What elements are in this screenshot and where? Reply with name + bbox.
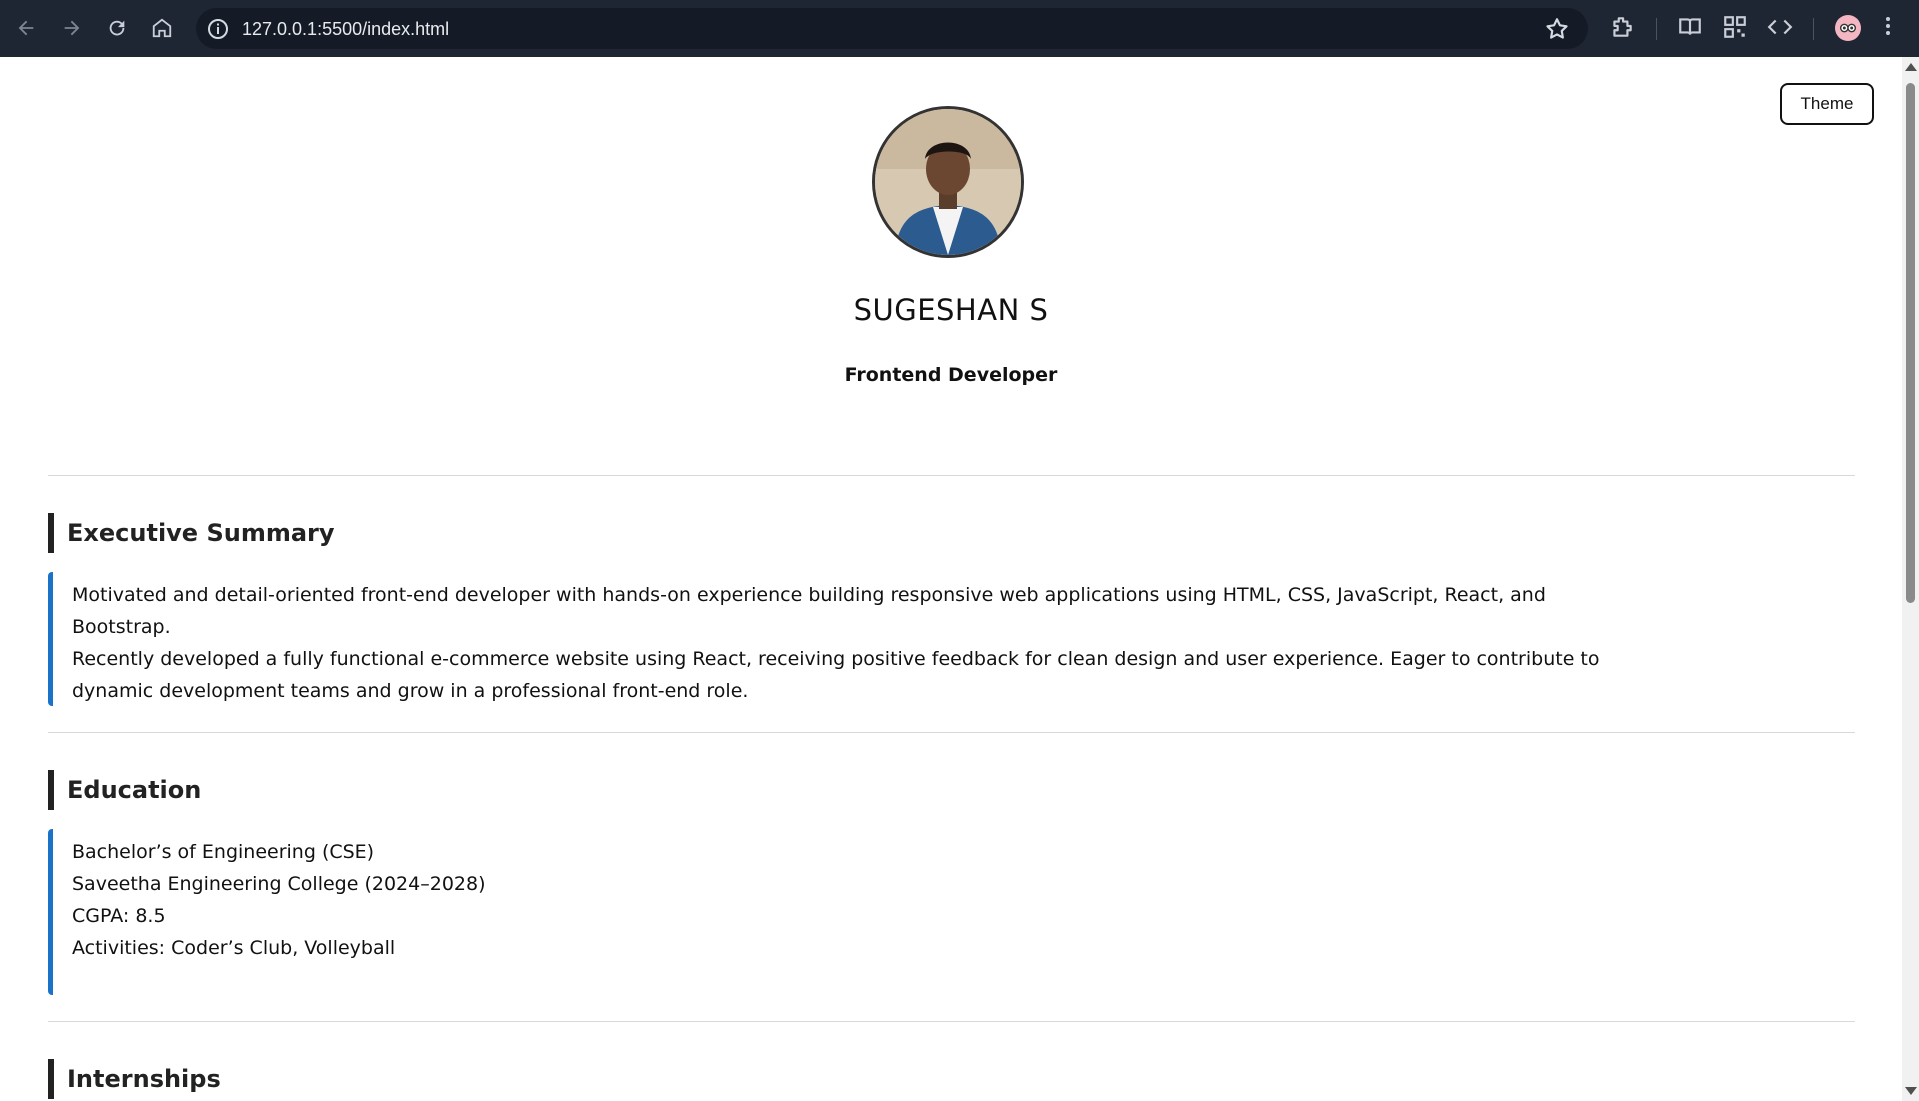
education-line: Saveetha Engineering College (2024–2028) [72, 873, 486, 895]
address-bar[interactable]: 127.0.0.1:5500/index.html [196, 8, 1588, 49]
summary-line: Recently developed a fully functional e-… [72, 648, 1600, 670]
home-icon [152, 18, 172, 38]
back-button[interactable] [8, 10, 44, 46]
arrow-right-icon [64, 20, 80, 36]
education-heading: Education [48, 770, 201, 810]
profile-name: SUGESHAN S [853, 293, 1049, 327]
profile-photo [872, 106, 1024, 258]
section-divider [48, 1021, 1855, 1022]
extensions-icon[interactable] [1609, 14, 1637, 42]
reload-icon [109, 20, 125, 36]
education-line: Activities: Coder’s Club, Volleyball [72, 937, 396, 959]
page-scrollbar[interactable] [1902, 57, 1919, 1101]
browser-menu-icon[interactable] [1884, 14, 1896, 42]
forward-button[interactable] [54, 10, 90, 46]
devtools-code-icon[interactable] [1767, 14, 1795, 42]
scroll-up-arrow-icon[interactable] [1905, 63, 1917, 71]
toolbar-divider [1813, 18, 1814, 40]
bookmark-star-icon[interactable] [1544, 16, 1570, 42]
summary-body: Motivated and detail-oriented front-end … [48, 572, 1608, 706]
summary-line: Motivated and detail-oriented front-end … [72, 584, 1546, 638]
qr-code-icon[interactable] [1722, 14, 1750, 42]
internships-heading: Internships [48, 1059, 221, 1099]
browser-toolbar: 127.0.0.1:5500/index.html [0, 0, 1919, 57]
reading-mode-icon[interactable] [1677, 14, 1705, 42]
education-line: Bachelor’s of Engineering (CSE) [72, 841, 375, 863]
site-info-icon[interactable] [206, 17, 230, 41]
profile-role: Frontend Developer [844, 364, 1058, 386]
profile-avatar-icon[interactable] [1835, 15, 1861, 41]
theme-toggle-button[interactable]: Theme [1780, 83, 1874, 125]
summary-heading: Executive Summary [48, 513, 335, 553]
scroll-down-arrow-icon[interactable] [1905, 1087, 1917, 1095]
education-line: CGPA: 8.5 [72, 905, 166, 927]
home-button[interactable] [144, 10, 180, 46]
education-body: Bachelor’s of Engineering (CSE) Saveetha… [48, 829, 748, 995]
page-content: Theme SUGESHAN S Frontend Developer Exec… [0, 57, 1902, 1101]
reload-button[interactable] [99, 10, 135, 46]
summary-line: dynamic development teams and grow in a … [72, 680, 749, 702]
section-divider [48, 732, 1855, 733]
arrow-left-icon [18, 20, 34, 36]
scrollbar-thumb[interactable] [1906, 83, 1915, 603]
url-text[interactable]: 127.0.0.1:5500/index.html [242, 19, 449, 40]
section-divider [48, 475, 1855, 476]
toolbar-divider [1656, 18, 1657, 40]
